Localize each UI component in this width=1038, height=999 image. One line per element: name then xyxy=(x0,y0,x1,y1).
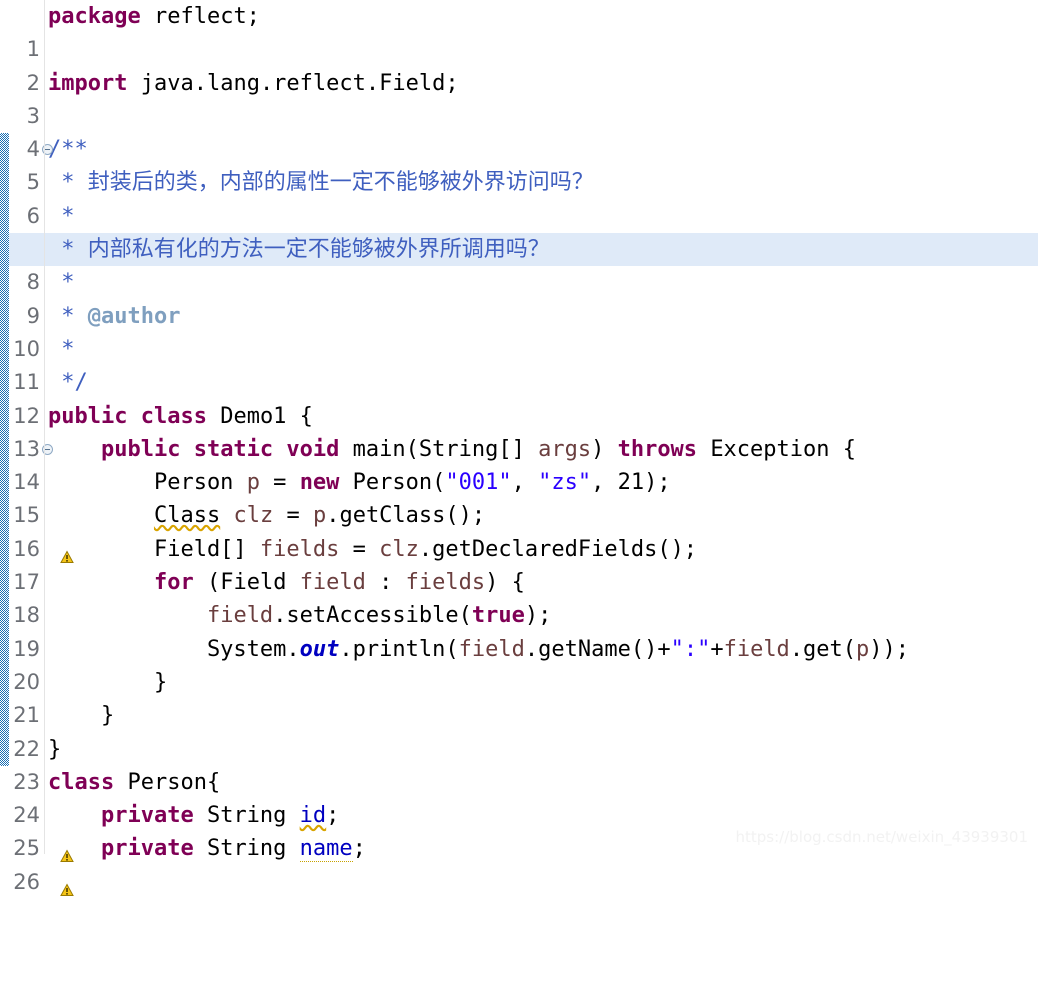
code-line[interactable]: 17 Field[] fields = clz.getDeclaredField… xyxy=(0,533,1038,594)
line-content: System.out.println(field.getName()+":"+f… xyxy=(48,636,910,662)
line-content: Field[] fields = clz.getDeclaredFields()… xyxy=(48,536,698,562)
code-line[interactable]: 13 public class Demo1 { xyxy=(0,400,1038,461)
code-line[interactable]: 12 */ xyxy=(0,366,1038,427)
line-content: Class clz = p.getClass(); xyxy=(153,503,486,529)
code-line[interactable]: 24 class Person{ xyxy=(0,766,1038,827)
line-content: * 封装后的类，内部的属性一定不能够被外界访问吗？ xyxy=(48,170,594,196)
code-line-current[interactable]: 8 * 内部私有化的方法一定不能够被外界所调用吗？ xyxy=(0,233,1038,294)
line-content: private String name; xyxy=(100,836,366,863)
code-line[interactable]: 23 } xyxy=(0,733,1038,794)
code-line[interactable]: 5 /** xyxy=(0,133,1038,194)
line-content: public static void main(String[] args) t… xyxy=(100,436,857,462)
code-line[interactable]: 19 field.setAccessible(true); xyxy=(0,599,1038,660)
code-editor[interactable]: 1 package reflect; 2 3 import java.lang.… xyxy=(0,0,1038,896)
line-content: package reflect; xyxy=(48,4,260,29)
code-line[interactable]: 7 * xyxy=(0,200,1038,261)
code-line[interactable]: 6 * 封装后的类，内部的属性一定不能够被外界访问吗？ xyxy=(0,166,1038,227)
line-content: Person p = new Person("001", "zs", 21); xyxy=(48,470,671,496)
line-content: } xyxy=(48,669,168,695)
code-line[interactable]: 18 for (Field field : fields) { xyxy=(0,566,1038,627)
watermark-url: https://blog.csdn.net/weixin_43939301 xyxy=(735,828,1028,846)
code-line[interactable]: 16 Class clz = p.getClass(); xyxy=(0,499,1038,563)
code-line[interactable]: 21 } xyxy=(0,666,1038,727)
line-content: import java.lang.reflect.Field; xyxy=(48,70,459,96)
code-line[interactable]: 15 Person p = new Person("001", "zs", 21… xyxy=(0,466,1038,527)
line-content: } xyxy=(48,736,62,762)
line-content: } xyxy=(48,703,115,729)
code-line[interactable]: 1 package reflect; xyxy=(0,0,1038,61)
line-content: * xyxy=(48,270,75,296)
code-line[interactable]: 14 public static void main(String[] args… xyxy=(0,433,1038,494)
code-line[interactable]: 3 import java.lang.reflect.Field; xyxy=(0,67,1038,128)
code-folding-strip[interactable] xyxy=(0,133,9,766)
line-content: class Person{ xyxy=(48,769,221,795)
line-content: for (Field field : fields) { xyxy=(153,570,525,596)
line-content: field.setAccessible(true); xyxy=(206,603,552,629)
line-content: * 内部私有化的方法一定不能够被外界所调用吗？ xyxy=(48,237,550,263)
code-line[interactable]: 20 System.out.println(field.getName()+":… xyxy=(0,633,1038,694)
warning-triangle-icon[interactable] xyxy=(2,841,74,896)
code-line[interactable]: 4 xyxy=(0,100,1038,161)
warning-triangle-icon[interactable] xyxy=(2,808,74,863)
code-line[interactable]: 10 * @author xyxy=(0,300,1038,361)
gutter-separator xyxy=(44,0,45,854)
line-content: /** xyxy=(48,137,88,163)
line-content: * xyxy=(48,336,75,362)
code-line[interactable]: 2 xyxy=(0,33,1038,95)
line-content: private String id; xyxy=(100,803,340,829)
line-content: * @author xyxy=(48,303,181,329)
code-line[interactable]: 9 * xyxy=(0,266,1038,327)
line-content: public class Demo1 { xyxy=(48,403,313,429)
line-content: */ xyxy=(48,370,88,396)
code-line[interactable]: 11 * xyxy=(0,333,1038,394)
code-line[interactable]: 22 } xyxy=(0,699,1038,760)
line-content: * xyxy=(48,203,75,229)
